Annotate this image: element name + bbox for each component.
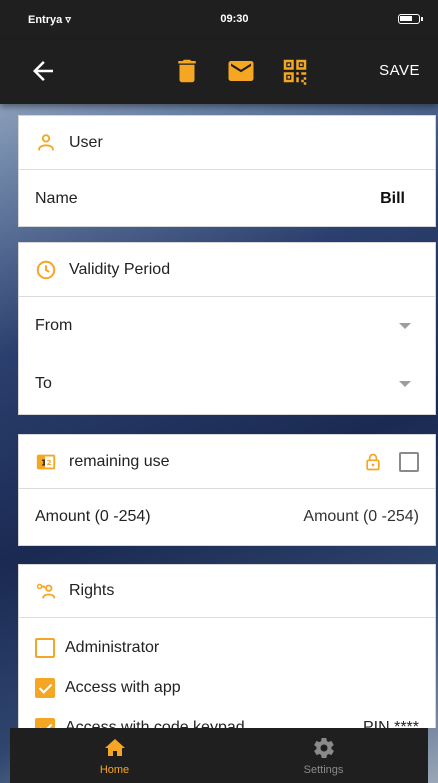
user-card-title: User [69, 133, 103, 151]
name-value[interactable]: Bill [380, 190, 405, 208]
access-keypad-checkbox[interactable] [35, 718, 55, 728]
nav-settings[interactable]: Settings [219, 728, 428, 783]
top-toolbar: SAVE [0, 40, 438, 104]
mail-icon[interactable] [226, 56, 256, 86]
from-label: From [35, 317, 73, 334]
rights-card: Rights Administrator Access with app Acc… [18, 564, 436, 728]
to-label: To [35, 375, 52, 392]
home-icon [104, 738, 125, 756]
nav-home-label: Home [99, 763, 130, 776]
access-keypad-label: Access with code keypad [65, 719, 245, 728]
user-card: User Name Bill [18, 115, 436, 227]
bottom-navigation: Home Settings [10, 728, 428, 783]
rights-card-header: Rights [19, 565, 435, 618]
amount-input[interactable]: Amount (0 -254) [303, 508, 419, 526]
person-icon [38, 133, 54, 150]
right-access-keypad[interactable]: Access with code keypad PIN **** [19, 708, 435, 728]
remaining-card-header: 1 2 remaining use [19, 435, 435, 489]
access-app-label: Access with app [65, 679, 181, 696]
administrator-label: Administrator [65, 639, 160, 656]
form-content[interactable]: User Name Bill Validity Period From To 1… [18, 112, 436, 728]
validity-card-header: Validity Period [19, 243, 435, 297]
trash-icon[interactable] [172, 56, 202, 86]
key-person-icon [36, 583, 56, 599]
rights-card-title: Rights [69, 582, 115, 599]
right-access-app[interactable]: Access with app [19, 668, 435, 708]
name-label: Name [35, 189, 78, 207]
amount-label: Amount (0 -254) [35, 508, 151, 525]
counter-icon: 1 2 [36, 454, 56, 469]
save-button[interactable]: SAVE [379, 62, 420, 79]
chevron-down-icon[interactable] [399, 381, 411, 387]
administrator-checkbox[interactable] [35, 638, 55, 658]
remaining-use-card: 1 2 remaining use Amount (0 -254) Amount… [18, 434, 436, 546]
remaining-card-title: remaining use [69, 452, 170, 470]
from-dropdown[interactable]: From [19, 297, 435, 355]
access-app-checkbox[interactable] [35, 678, 55, 698]
right-administrator[interactable]: Administrator [19, 628, 435, 668]
to-dropdown[interactable]: To [19, 355, 435, 413]
name-row[interactable]: Name Bill [19, 170, 435, 227]
amount-row[interactable]: Amount (0 -254) Amount (0 -254) [19, 489, 435, 545]
lock-icon[interactable] [363, 451, 383, 473]
rights-list: Administrator Access with app Access wit… [19, 618, 435, 728]
user-card-header: User [19, 116, 435, 170]
chevron-down-icon[interactable] [399, 323, 411, 329]
pin-value[interactable]: PIN **** [363, 719, 419, 728]
clock-icon [36, 260, 56, 279]
carrier-label: Entrya ▿ [28, 13, 71, 26]
qr-code-icon[interactable] [280, 56, 310, 86]
nav-home[interactable]: Home [10, 728, 219, 783]
validity-card-title: Validity Period [69, 260, 171, 278]
svg-text:2: 2 [46, 458, 51, 467]
gear-icon [313, 737, 334, 758]
remaining-use-checkbox[interactable] [399, 451, 419, 472]
clock-time: 09:30 [220, 13, 249, 25]
back-arrow-icon[interactable] [28, 56, 58, 86]
validity-card: Validity Period From To [18, 242, 436, 415]
wifi-icon: ▿ [65, 13, 71, 26]
nav-settings-label: Settings [303, 763, 344, 776]
battery-icon [397, 14, 423, 24]
